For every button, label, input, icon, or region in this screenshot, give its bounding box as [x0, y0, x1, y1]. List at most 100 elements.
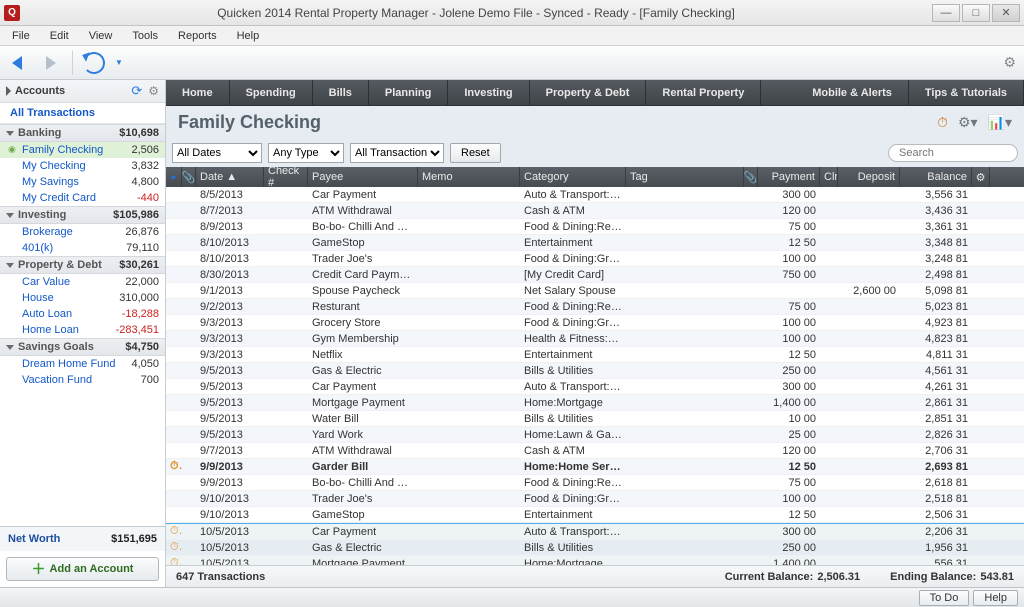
filter-reset-button[interactable]: Reset [450, 143, 501, 163]
grid-header: ● 📎 Date ▲ Check # Payee Memo Category T… [166, 167, 1024, 187]
tab-home[interactable]: Home [166, 80, 230, 105]
sidebar-section-banking[interactable]: Banking$10,698 [0, 124, 165, 142]
add-account-button[interactable]: ＋ Add an Account [6, 557, 159, 581]
sidebar-section-property-debt[interactable]: Property & Debt$30,261 [0, 256, 165, 274]
tab-rental-property[interactable]: Rental Property [646, 80, 761, 105]
grid-body[interactable]: 8/5/2013Car PaymentAuto & Transport:Auto… [166, 187, 1024, 565]
col-settings-icon[interactable]: ⚙ [972, 167, 990, 187]
col-attachment-icon[interactable]: 📎 [182, 167, 196, 187]
menu-view[interactable]: View [81, 28, 121, 44]
col-clip-icon[interactable]: 📎 [744, 167, 758, 187]
sidebar-refresh-icon[interactable]: ⟳ [131, 83, 142, 99]
menu-help[interactable]: Help [229, 28, 268, 44]
col-payee[interactable]: Payee [308, 167, 418, 187]
filter-type-select[interactable]: Any Type [268, 143, 344, 163]
sidebar-item-car-value[interactable]: Car Value22,000 [0, 274, 165, 290]
transaction-filters: All Dates Any Type All Transactions Rese… [166, 139, 1024, 167]
sidebar-item-my-checking[interactable]: My Checking3,832 [0, 158, 165, 174]
sidebar-item-house[interactable]: House310,000 [0, 290, 165, 306]
sidebar-item-my-credit-card[interactable]: My Credit Card-440 [0, 190, 165, 206]
sidebar-item-my-savings[interactable]: My Savings4,800 [0, 174, 165, 190]
transaction-row[interactable]: 9/3/2013Gym MembershipHealth & Fitness:G… [166, 331, 1024, 347]
sidebar-item--k-[interactable]: 401(k)79,110 [0, 240, 165, 256]
all-transactions-link[interactable]: All Transactions [0, 103, 165, 124]
help-button[interactable]: Help [973, 590, 1018, 606]
nav-forward-button[interactable] [40, 52, 62, 74]
transaction-row[interactable]: 8/10/2013Trader Joe'sFood & Dining:Groce… [166, 251, 1024, 267]
col-clr[interactable]: Clr [820, 167, 838, 187]
window-title: Quicken 2014 Rental Property Manager - J… [20, 6, 932, 20]
accounts-sidebar: Accounts ⟳ ⚙ All Transactions Banking$10… [0, 80, 166, 587]
col-memo[interactable]: Memo [418, 167, 520, 187]
transaction-row[interactable]: 8/7/2013ATM WithdrawalCash & ATM120 003,… [166, 203, 1024, 219]
transaction-row[interactable]: 9/5/2013Gas & ElectricBills & Utilities2… [166, 363, 1024, 379]
sidebar-item-vacation-fund[interactable]: Vacation Fund700 [0, 372, 165, 388]
transaction-row[interactable]: 9/9/2013Bo-bo- Chilli And RibsFood & Din… [166, 475, 1024, 491]
col-flag[interactable]: ● [166, 167, 182, 187]
sidebar-item-family-checking[interactable]: ◉Family Checking2,506 [0, 142, 165, 158]
transaction-row[interactable]: 9/5/2013Car PaymentAuto & Transport:Auto… [166, 379, 1024, 395]
window-close-button[interactable]: ✕ [992, 4, 1020, 22]
col-category[interactable]: Category [520, 167, 626, 187]
toolbar-settings-icon[interactable]: ⚙ [1003, 54, 1016, 71]
transaction-row[interactable]: 8/5/2013Car PaymentAuto & Transport:Auto… [166, 187, 1024, 203]
transaction-row[interactable]: 8/30/2013Credit Card Payment[My Credit C… [166, 267, 1024, 283]
transaction-row[interactable]: 8/9/2013Bo-bo- Chilli And RibsFood & Din… [166, 219, 1024, 235]
reminders-icon[interactable]: ⏱ [937, 114, 948, 131]
window-minimize-button[interactable]: — [932, 4, 960, 22]
transaction-row[interactable]: 9/10/2013Trader Joe'sFood & Dining:Groce… [166, 491, 1024, 507]
sync-button[interactable] [83, 52, 105, 74]
tab-spending[interactable]: Spending [230, 80, 313, 105]
sidebar-section-investing[interactable]: Investing$105,986 [0, 206, 165, 224]
reports-icon[interactable]: 📊▾ [988, 114, 1012, 131]
transaction-row[interactable]: 9/7/2013ATM WithdrawalCash & ATM120 002,… [166, 443, 1024, 459]
col-deposit[interactable]: Deposit [838, 167, 900, 187]
col-date[interactable]: Date ▲ [196, 167, 264, 187]
transaction-row[interactable]: 9/5/2013Yard WorkHome:Lawn & Garden25 00… [166, 427, 1024, 443]
sidebar-item-auto-loan[interactable]: Auto Loan-18,288 [0, 306, 165, 322]
tab-mobile-alerts[interactable]: Mobile & Alerts [796, 80, 909, 105]
accounts-header: Accounts [15, 85, 131, 97]
filter-transactions-select[interactable]: All Transactions [350, 143, 444, 163]
accounts-collapse-icon[interactable] [6, 86, 11, 96]
transaction-row[interactable]: 9/3/2013Grocery StoreFood & Dining:Groce… [166, 315, 1024, 331]
ending-balance-label: Ending Balance: [890, 571, 976, 583]
search-input[interactable] [888, 144, 1018, 162]
menu-edit[interactable]: Edit [42, 28, 77, 44]
account-actions-icon[interactable]: ⚙▾ [958, 114, 978, 131]
col-payment[interactable]: Payment [758, 167, 820, 187]
todo-button[interactable]: To Do [919, 590, 970, 606]
transaction-row[interactable]: 9/3/2013NetflixEntertainment12 504,811 3… [166, 347, 1024, 363]
sidebar-section-savings-goals[interactable]: Savings Goals$4,750 [0, 338, 165, 356]
menu-file[interactable]: File [4, 28, 38, 44]
tab-bills[interactable]: Bills [313, 80, 369, 105]
tab-investing[interactable]: Investing [448, 80, 529, 105]
transaction-row[interactable]: 9/5/2013Mortgage PaymentHome:Mortgage1,4… [166, 395, 1024, 411]
transaction-row[interactable]: 9/5/2013Water BillBills & Utilities10 00… [166, 411, 1024, 427]
col-balance[interactable]: Balance [900, 167, 972, 187]
tab-tips-tutorials[interactable]: Tips & Tutorials [909, 80, 1024, 105]
app-icon: Q [4, 5, 20, 21]
sidebar-item-home-loan[interactable]: Home Loan-283,451 [0, 322, 165, 338]
transaction-row[interactable]: ⏱10/5/2013Gas & ElectricBills & Utilitie… [166, 540, 1024, 556]
menu-reports[interactable]: Reports [170, 28, 225, 44]
col-check[interactable]: Check # [264, 167, 308, 187]
transaction-row[interactable]: ⏱10/5/2013Mortgage PaymentHome:Mortgage1… [166, 556, 1024, 565]
col-tag[interactable]: Tag [626, 167, 744, 187]
transaction-row[interactable]: 9/2/2013ResturantFood & Dining:Restauran… [166, 299, 1024, 315]
menu-tools[interactable]: Tools [124, 28, 166, 44]
sidebar-item-brokerage[interactable]: Brokerage26,876 [0, 224, 165, 240]
window-maximize-button[interactable]: □ [962, 4, 990, 22]
transaction-row[interactable]: 8/10/2013GameStopEntertainment12 503,348… [166, 235, 1024, 251]
nav-back-button[interactable] [8, 52, 30, 74]
transaction-row[interactable]: ⏱10/5/2013Car PaymentAuto & Transport:Au… [166, 524, 1024, 540]
tab-property-debt[interactable]: Property & Debt [530, 80, 647, 105]
tab-planning[interactable]: Planning [369, 80, 448, 105]
transaction-row[interactable]: 9/10/2013GameStopEntertainment12 502,506… [166, 507, 1024, 523]
filter-date-select[interactable]: All Dates [172, 143, 262, 163]
transaction-row[interactable]: ⏱!9/9/2013Garder BillHome:Home Services1… [166, 459, 1024, 475]
sidebar-settings-icon[interactable]: ⚙ [148, 84, 159, 98]
transaction-row[interactable]: 9/1/2013Spouse PaycheckNet Salary Spouse… [166, 283, 1024, 299]
sidebar-item-dream-home-fund[interactable]: Dream Home Fund4,050 [0, 356, 165, 372]
reminder-icon: ⏱ [166, 557, 182, 565]
